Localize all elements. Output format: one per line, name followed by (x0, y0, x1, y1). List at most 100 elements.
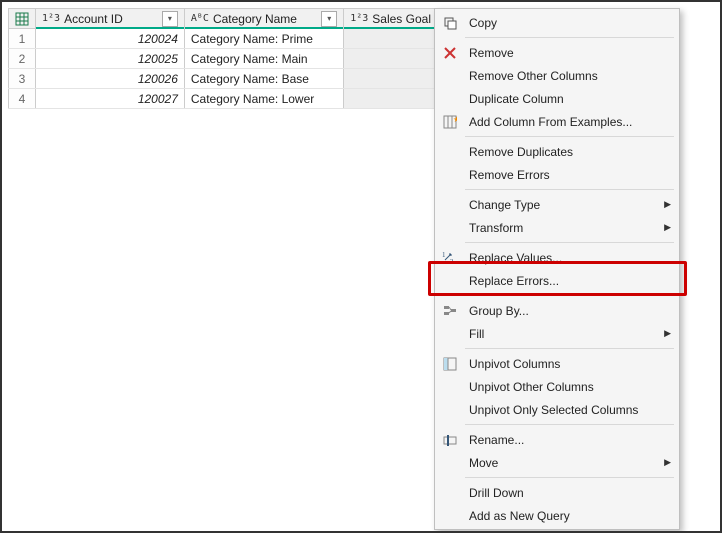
cell-sales-goal[interactable] (344, 89, 438, 109)
rename-icon (439, 433, 461, 447)
cell-account-id[interactable]: 120027 (36, 89, 185, 109)
column-header-account-id[interactable]: 1²3 Account ID ▾ (36, 9, 185, 29)
menu-label: Add as New Query (469, 509, 671, 523)
row-number: 3 (9, 69, 36, 89)
menu-label: Copy (469, 16, 671, 30)
menu-duplicate-column[interactable]: Duplicate Column (435, 87, 679, 110)
menu-label: Unpivot Only Selected Columns (469, 403, 671, 417)
column-quality-bar (36, 27, 184, 29)
submenu-arrow-icon: ▶ (664, 222, 671, 233)
cell-category-name[interactable]: Category Name: Base (184, 69, 343, 89)
menu-unpivot-other-columns[interactable]: Unpivot Other Columns (435, 375, 679, 398)
submenu-arrow-icon: ▶ (664, 328, 671, 339)
copy-icon (439, 16, 461, 30)
text-type-icon: AᴮC (191, 13, 209, 24)
menu-label: Remove Other Columns (469, 69, 671, 83)
menu-label: Add Column From Examples... (469, 115, 671, 129)
cell-account-id[interactable]: 120024 (36, 29, 185, 49)
cell-category-name[interactable]: Category Name: Lower (184, 89, 343, 109)
menu-unpivot-columns[interactable]: Unpivot Columns (435, 352, 679, 375)
table-row[interactable]: 4120027Category Name: Lower (9, 89, 438, 109)
menu-label: Remove Errors (469, 168, 671, 182)
svg-text:1: 1 (442, 251, 446, 259)
menu-label: Replace Errors... (469, 274, 671, 288)
menu-change-type[interactable]: Change Type ▶ (435, 193, 679, 216)
cell-account-id[interactable]: 120025 (36, 49, 185, 69)
column-label: Account ID (64, 12, 123, 26)
data-table: 1²3 Account ID ▾ AᴮC Category Name ▾ 1²3… (8, 8, 438, 109)
menu-separator (465, 189, 674, 190)
menu-replace-values[interactable]: 12 Replace Values... (435, 246, 679, 269)
table-row[interactable]: 2120025Category Name: Main (9, 49, 438, 69)
row-number: 2 (9, 49, 36, 69)
menu-replace-errors[interactable]: Replace Errors... (435, 269, 679, 292)
menu-label: Transform (469, 221, 656, 235)
column-context-menu: Copy Remove Remove Other Columns Duplica… (434, 8, 680, 530)
table-row[interactable]: 1120024Category Name: Prime (9, 29, 438, 49)
menu-copy[interactable]: Copy (435, 11, 679, 34)
svg-text:★: ★ (453, 115, 457, 124)
menu-label: Move (469, 456, 656, 470)
column-label: Sales Goal (372, 12, 431, 26)
menu-move[interactable]: Move ▶ (435, 451, 679, 474)
row-number: 4 (9, 89, 36, 109)
menu-label: Unpivot Other Columns (469, 380, 671, 394)
menu-label: Duplicate Column (469, 92, 671, 106)
menu-remove-other-columns[interactable]: Remove Other Columns (435, 64, 679, 87)
menu-add-as-new-query[interactable]: Add as New Query (435, 504, 679, 527)
submenu-arrow-icon: ▶ (664, 457, 671, 468)
table-icon (15, 12, 29, 26)
menu-remove-errors[interactable]: Remove Errors (435, 163, 679, 186)
menu-label: Remove (469, 46, 671, 60)
menu-rename[interactable]: Rename... (435, 428, 679, 451)
menu-separator (465, 136, 674, 137)
cell-sales-goal[interactable] (344, 49, 438, 69)
menu-label: Drill Down (469, 486, 671, 500)
number-type-icon: 1²3 (350, 13, 368, 24)
filter-dropdown-button[interactable]: ▾ (321, 11, 337, 27)
menu-label: Rename... (469, 433, 671, 447)
menu-remove[interactable]: Remove (435, 41, 679, 64)
unpivot-icon (439, 357, 461, 371)
menu-remove-duplicates[interactable]: Remove Duplicates (435, 140, 679, 163)
column-label: Category Name (213, 12, 297, 26)
menu-label: Unpivot Columns (469, 357, 671, 371)
menu-fill[interactable]: Fill ▶ (435, 322, 679, 345)
cell-sales-goal[interactable] (344, 29, 438, 49)
menu-separator (465, 348, 674, 349)
menu-separator (465, 242, 674, 243)
menu-transform[interactable]: Transform ▶ (435, 216, 679, 239)
table-corner-button[interactable] (9, 9, 36, 29)
group-by-icon (439, 304, 461, 318)
column-quality-bar (185, 27, 343, 29)
menu-label: Change Type (469, 198, 656, 212)
menu-label: Fill (469, 327, 656, 341)
menu-label: Group By... (469, 304, 671, 318)
submenu-arrow-icon: ▶ (664, 199, 671, 210)
menu-separator (465, 37, 674, 38)
menu-drill-down[interactable]: Drill Down (435, 481, 679, 504)
menu-label: Remove Duplicates (469, 145, 671, 159)
svg-text:2: 2 (450, 258, 454, 265)
replace-values-icon: 12 (439, 251, 461, 265)
cell-category-name[interactable]: Category Name: Main (184, 49, 343, 69)
cell-category-name[interactable]: Category Name: Prime (184, 29, 343, 49)
number-type-icon: 1²3 (42, 13, 60, 24)
filter-dropdown-button[interactable]: ▾ (162, 11, 178, 27)
row-number: 1 (9, 29, 36, 49)
cell-account-id[interactable]: 120026 (36, 69, 185, 89)
menu-separator (465, 295, 674, 296)
add-column-icon: ★ (439, 115, 461, 129)
table-row[interactable]: 3120026Category Name: Base (9, 69, 438, 89)
cell-sales-goal[interactable] (344, 69, 438, 89)
menu-label: Replace Values... (469, 251, 671, 265)
menu-add-column-from-examples[interactable]: ★ Add Column From Examples... (435, 110, 679, 133)
column-header-category-name[interactable]: AᴮC Category Name ▾ (184, 9, 343, 29)
menu-separator (465, 424, 674, 425)
column-header-sales-goal[interactable]: 1²3 Sales Goal (344, 9, 438, 29)
menu-unpivot-selected-columns[interactable]: Unpivot Only Selected Columns (435, 398, 679, 421)
menu-separator (465, 477, 674, 478)
menu-group-by[interactable]: Group By... (435, 299, 679, 322)
remove-icon (439, 46, 461, 60)
column-quality-bar (344, 27, 437, 29)
